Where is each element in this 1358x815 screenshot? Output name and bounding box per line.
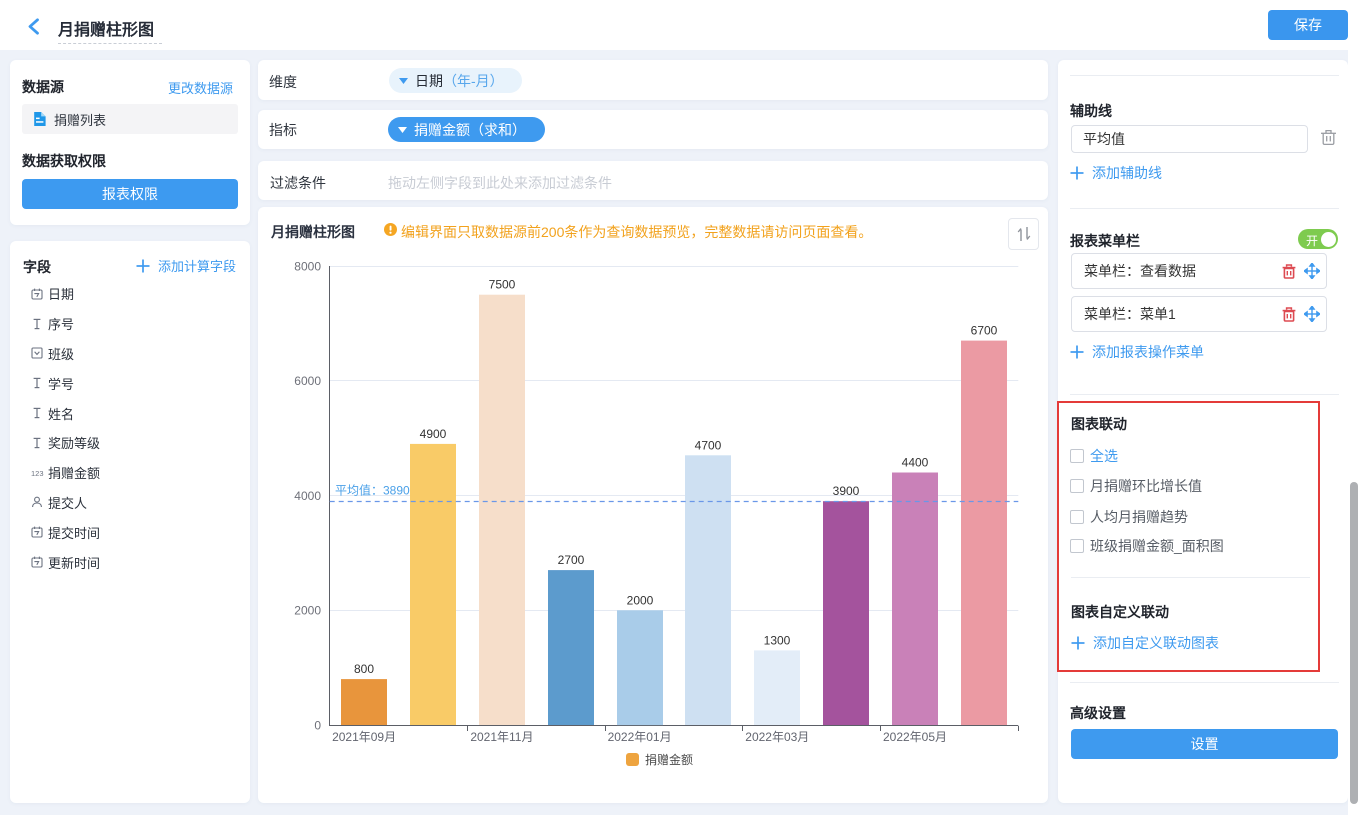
svg-text:4000: 4000 <box>294 489 321 503</box>
svg-text:123: 123 <box>31 469 44 478</box>
svg-text:2000: 2000 <box>627 593 654 607</box>
svg-text:6000: 6000 <box>294 374 321 388</box>
svg-text:平均值：3890: 平均值：3890 <box>335 483 410 498</box>
svg-text:4900: 4900 <box>420 427 447 441</box>
svg-text:4400: 4400 <box>902 456 929 470</box>
svg-text:2021年11月: 2021年11月 <box>470 730 533 744</box>
svg-text:8000: 8000 <box>294 259 321 273</box>
svg-text:2000: 2000 <box>294 604 321 618</box>
svg-text:2700: 2700 <box>558 553 585 567</box>
svg-text:7500: 7500 <box>489 278 516 292</box>
svg-text:2022年03月: 2022年03月 <box>745 730 809 744</box>
svg-text:2021年09月: 2021年09月 <box>332 730 396 744</box>
svg-text:0: 0 <box>314 718 321 732</box>
svg-text:6700: 6700 <box>971 324 998 338</box>
svg-text:4700: 4700 <box>695 438 722 452</box>
svg-text:3900: 3900 <box>833 484 860 498</box>
svg-text:2022年01月: 2022年01月 <box>608 730 672 744</box>
svg-text:800: 800 <box>354 662 374 676</box>
svg-text:捐赠金额: 捐赠金额 <box>645 752 693 767</box>
svg-text:2022年05月: 2022年05月 <box>883 730 947 744</box>
svg-text:1300: 1300 <box>764 633 791 647</box>
